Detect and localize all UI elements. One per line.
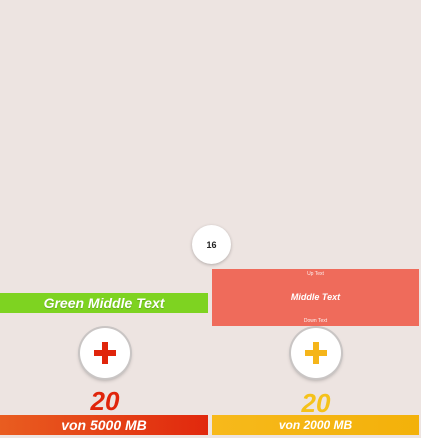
count-badge: 16: [192, 225, 231, 264]
page: 16 Green Middle Text Up Text Middle Text…: [0, 0, 421, 438]
green-label-text: Green Middle Text: [43, 295, 165, 311]
up-text: Up Text: [307, 271, 324, 277]
red-info-panel: Up Text Middle Text Down Text: [212, 269, 419, 326]
plus-icon: [94, 342, 116, 364]
count-badge-value: 16: [206, 239, 217, 250]
left-footer-text: von 5000 MB: [61, 417, 147, 433]
green-label-bar: Green Middle Text: [0, 293, 208, 313]
add-button-right[interactable]: [291, 328, 341, 378]
middle-text: Middle Text: [290, 292, 341, 302]
left-footer-bar: von 5000 MB: [0, 415, 208, 435]
add-button-left[interactable]: [80, 328, 130, 378]
right-footer-text: von 2000 MB: [278, 418, 353, 432]
right-footer-bar: von 2000 MB: [212, 415, 419, 435]
down-text: Down Text: [303, 318, 328, 324]
plus-icon: [305, 342, 327, 364]
left-value: 20: [90, 386, 120, 416]
